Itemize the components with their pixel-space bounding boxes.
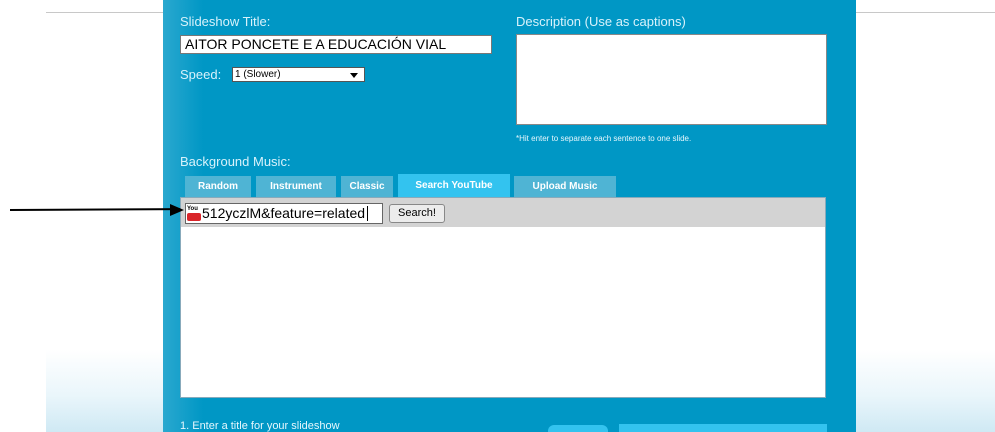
tab-instrument[interactable]: Instrument [256,176,336,197]
next-button[interactable] [619,424,827,432]
tab-upload-music[interactable]: Upload Music [514,176,616,197]
tab-classic[interactable]: Classic [341,176,393,197]
annotation-arrow-line [9,208,181,211]
slideshow-title-label: Slideshow Title: [180,14,271,29]
youtube-results-area: You 512yczlM&feature=related Search! [180,197,826,398]
description-hint: *Hit enter to separate each sentence to … [516,134,692,143]
text-cursor [367,206,369,221]
back-button[interactable] [548,425,608,432]
speed-select-value: 1 (Slower) [235,69,281,80]
youtube-search-input[interactable]: You 512yczlM&feature=related [185,203,383,224]
youtube-search-bar: You 512yczlM&feature=related Search! [181,198,825,227]
youtube-search-query: 512yczlM&feature=related [202,205,366,221]
description-textarea[interactable] [516,34,827,125]
chevron-down-icon [350,73,358,78]
tab-search-youtube[interactable]: Search YouTube [398,174,510,197]
youtube-search-button[interactable]: Search! [389,204,445,223]
background-music-label: Background Music: [180,154,291,169]
slideshow-title-input[interactable]: AITOR PONCETE E A EDUCACIÓN VIAL [180,35,492,54]
youtube-icon: You [187,206,201,221]
speed-label: Speed: [180,67,222,82]
speed-select[interactable]: 1 (Slower) [232,67,365,82]
slideshow-form-panel: Slideshow Title: AITOR PONCETE E A EDUCA… [163,0,856,432]
tab-random[interactable]: Random [185,176,251,197]
description-label: Description (Use as captions) [516,14,686,29]
step-instruction: 1. Enter a title for your slideshow [180,420,340,432]
annotation-arrow-head [170,204,184,216]
